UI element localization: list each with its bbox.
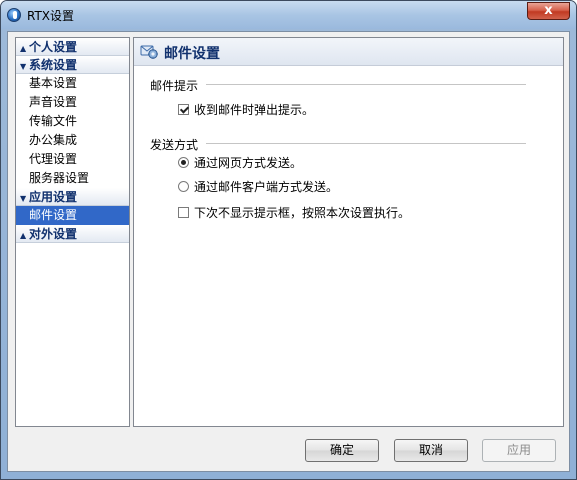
mail-prompt-section-label: 邮件提示 [150,79,199,93]
nav-group-label: 应用设置 [29,190,78,204]
content-header: 邮件设置 [134,38,563,66]
nav-item-server[interactable]: 服务器设置 [16,169,129,188]
nav-group-application[interactable]: ▼ 应用设置 [16,188,129,206]
send-via-web-label: 通过网页方式发送。 [194,156,303,170]
collapse-arrow-icon: ▲ [20,231,27,240]
send-method-section-label: 发送方式 [150,138,199,152]
nav-group-label: 对外设置 [29,227,78,241]
page-title: 邮件设置 [164,46,220,62]
checked-checkbox-icon[interactable] [178,104,189,115]
nav-group-label: 系统设置 [29,58,78,72]
expand-arrow-icon: ▼ [20,194,27,203]
expand-arrow-icon: ▼ [20,62,27,71]
title-bar[interactable]: RTX设置 x [1,1,576,29]
nav-item-office[interactable]: 办公集成 [16,131,129,150]
no-prompt-next-time-checkbox[interactable]: 下次不显示提示框，按照本次设置执行。 [178,205,410,221]
settings-window: RTX设置 x ▲ 个人设置 ▼ 系统设置 基本设置 声音设置 传输文件 办公集成 … [0,0,577,480]
settings-nav: ▲ 个人设置 ▼ 系统设置 基本设置 声音设置 传输文件 办公集成 代理设置 服务器… [15,37,130,427]
nav-item-sound[interactable]: 声音设置 [16,93,129,112]
section-divider [206,143,526,144]
selected-radio-icon[interactable] [178,157,189,168]
nav-item-proxy[interactable]: 代理设置 [16,150,129,169]
nav-item-basic[interactable]: 基本设置 [16,74,129,93]
dialog-client-area: ▲ 个人设置 ▼ 系统设置 基本设置 声音设置 传输文件 办公集成 代理设置 服务器… [7,31,570,472]
nav-item-file-transfer[interactable]: 传输文件 [16,112,129,131]
popup-on-mail-label: 收到邮件时弹出提示。 [194,103,315,117]
ok-button[interactable]: 确定 [305,439,379,462]
apply-button[interactable]: 应用 [482,439,556,462]
send-via-client-label: 通过邮件客户端方式发送。 [194,180,339,194]
window-title: RTX设置 [27,9,75,23]
popup-on-mail-checkbox[interactable]: 收到邮件时弹出提示。 [178,102,314,118]
no-prompt-next-time-label: 下次不显示提示框，按照本次设置执行。 [194,206,411,220]
nav-group-personal[interactable]: ▲ 个人设置 [16,38,129,56]
nav-group-label: 个人设置 [29,40,78,54]
rtx-app-icon [7,8,21,22]
cancel-button[interactable]: 取消 [394,439,468,462]
nav-group-system[interactable]: ▼ 系统设置 [16,56,129,74]
send-via-client-radio[interactable]: 通过邮件客户端方式发送。 [178,179,338,195]
nav-group-external[interactable]: ▲ 对外设置 [16,225,129,243]
send-via-web-radio[interactable]: 通过网页方式发送。 [178,155,302,171]
unselected-radio-icon[interactable] [178,181,189,192]
section-divider [206,84,526,85]
nav-item-mail[interactable]: 邮件设置 [16,206,129,225]
close-button[interactable]: x [527,2,570,20]
settings-content-panel: 邮件设置 邮件提示 收到邮件时弹出提示。 发送方式 通过网页方式发送。 通过邮件… [133,37,564,427]
mail-settings-icon [140,45,158,59]
close-icon: x [544,3,553,18]
unchecked-checkbox-icon[interactable] [178,207,189,218]
